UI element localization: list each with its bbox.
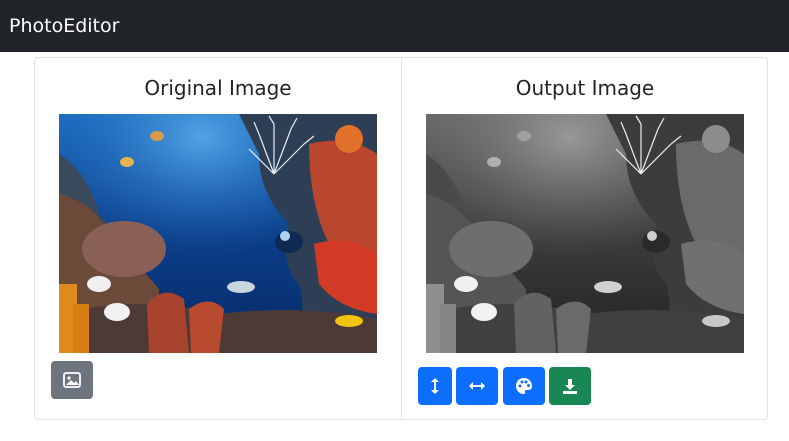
image-icon [63, 372, 81, 388]
app-brand[interactable]: PhotoEditor [9, 13, 119, 39]
palette-icon [515, 377, 533, 395]
output-image-title: Output Image [515, 76, 655, 100]
original-image [59, 114, 377, 353]
download-icon [562, 378, 578, 395]
download-button[interactable] [549, 367, 591, 405]
navbar: PhotoEditor [0, 0, 789, 52]
flip-vertical-icon [430, 377, 440, 395]
grayscale-button[interactable] [503, 367, 545, 405]
upload-image-button[interactable] [51, 361, 93, 399]
output-image [426, 114, 744, 353]
flip-vertical-button[interactable] [418, 367, 452, 405]
flip-horizontal-icon [468, 381, 486, 391]
flip-horizontal-button[interactable] [456, 367, 498, 405]
original-image-title: Original Image [144, 76, 292, 100]
panel-divider [401, 58, 402, 419]
editor-card: Original Image Output Image [34, 57, 768, 420]
